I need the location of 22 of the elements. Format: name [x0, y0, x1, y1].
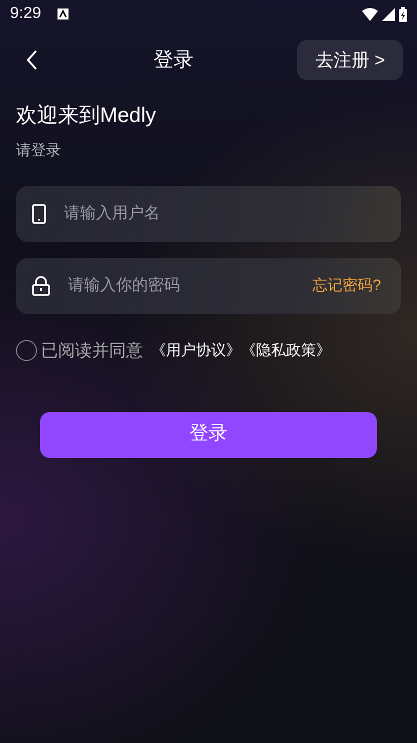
page-title: 登录 — [154, 48, 194, 73]
signal-icon — [382, 8, 395, 20]
status-time: 9:29 — [10, 4, 42, 24]
input-field[interactable]: 请输入你的密码 忘记密码? — [16, 258, 401, 314]
forgot-password-link[interactable]: 忘记密码? — [312, 274, 381, 298]
register-button[interactable]: 去注册 > — [297, 40, 403, 80]
input-field[interactable]: 请输入用户名 — [16, 186, 401, 242]
notification-icon — [57, 8, 70, 20]
wifi-icon — [362, 8, 378, 20]
back-icon — [25, 49, 39, 71]
password-field[interactable]: 请输入你的密码 — [66, 273, 297, 299]
username-field[interactable]: 请输入用户名 — [62, 201, 381, 227]
agreement-text: 已阅读并同意 — [41, 340, 143, 362]
policy-link[interactable]: 《用户协议》 — [151, 340, 241, 362]
policy-link[interactable]: 《隐私政策》 — [241, 340, 331, 362]
login-subtitle: 请登录 — [16, 140, 62, 160]
login-button[interactable]: 登录 — [40, 412, 377, 458]
phone-icon — [32, 204, 46, 224]
agree-checkbox[interactable] — [16, 340, 37, 362]
welcome-heading: 欢迎来到Medly — [16, 103, 158, 129]
lock-icon — [32, 276, 50, 296]
battery-icon — [399, 6, 407, 22]
